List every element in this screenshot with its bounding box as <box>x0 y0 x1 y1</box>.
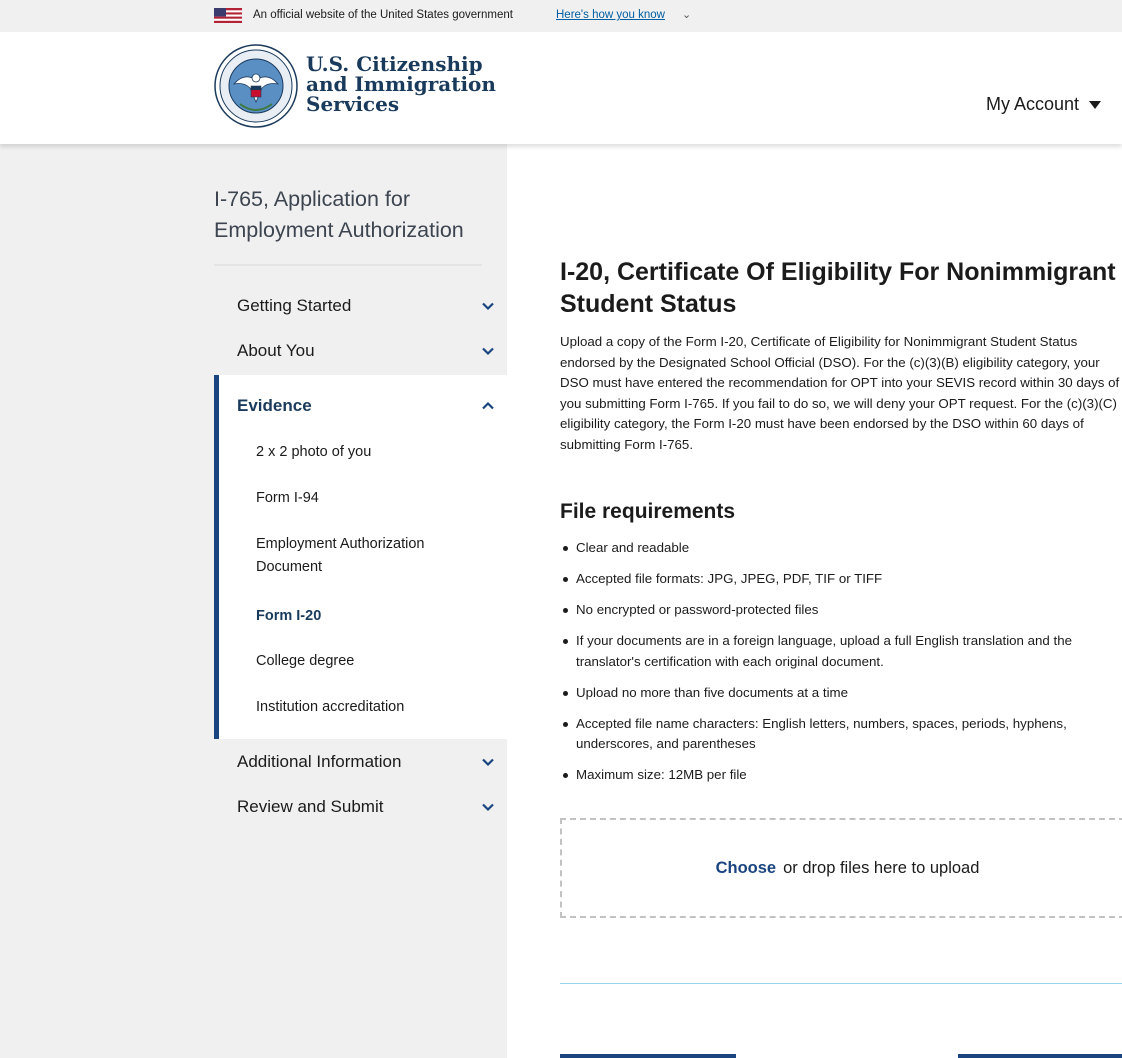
nav-section-getting-started[interactable]: Getting Started <box>237 296 495 316</box>
nav-section-additional-information[interactable]: Additional Information <box>237 752 495 772</box>
nav-section-label: Getting Started <box>237 296 352 315</box>
agency-name-line: Services <box>306 92 400 116</box>
evidence-item-form-i94[interactable]: Form I-94 <box>256 487 476 510</box>
divider <box>560 983 1122 984</box>
dhs-seal-logo[interactable] <box>214 44 298 128</box>
nav-section-label: Evidence <box>237 396 312 415</box>
agency-name-line: and Immigration <box>306 72 496 96</box>
back-button[interactable] <box>560 1054 736 1058</box>
page-intro: Upload a copy of the Form I-20, Certific… <box>560 334 1120 452</box>
my-account-menu[interactable]: My Account <box>986 94 1102 115</box>
nav-section-label: Additional Information <box>237 752 402 771</box>
chevron-down-icon[interactable]: ⌄ <box>682 8 691 21</box>
list-item: Upload no more than five documents at a … <box>563 683 1122 704</box>
evidence-item-institution-accreditation[interactable]: Institution accreditation <box>256 696 476 719</box>
my-account-label: My Account <box>986 94 1080 114</box>
chevron-up-icon <box>482 401 494 410</box>
choose-file-button[interactable]: Choose <box>716 859 777 878</box>
file-requirements-heading: File requirements <box>560 500 736 523</box>
evidence-item-photo[interactable]: 2 x 2 photo of you <box>256 441 476 464</box>
evidence-item-ead[interactable]: Employment Authorization Document <box>256 533 476 579</box>
list-item: Clear and readable <box>563 538 1122 559</box>
nav-section-label: About You <box>237 341 315 360</box>
gov-banner: An official website of the United States… <box>0 0 1122 32</box>
nav-section-label: Review and Submit <box>237 797 384 816</box>
agency-name-line: U.S. Citizenship <box>306 52 483 76</box>
divider <box>214 264 482 266</box>
list-item: No encrypted or password-protected files <box>563 600 1122 621</box>
file-upload-dropzone[interactable]: Choose or drop files here to upload <box>560 818 1122 918</box>
site-header: U.S. Citizenship and Immigration Service… <box>0 32 1122 144</box>
nav-section-review-and-submit[interactable]: Review and Submit <box>237 797 495 817</box>
form-title: I-765, Application for Employment Author… <box>214 187 464 242</box>
file-requirements-list: Clear and readable Accepted file formats… <box>563 538 1122 796</box>
us-flag-icon <box>214 8 242 23</box>
chevron-down-icon <box>482 302 494 311</box>
page-title: I-20, Certificate Of Eligibility For Non… <box>560 258 1116 318</box>
nav-section-about-you[interactable]: About You <box>237 341 495 361</box>
active-section-indicator <box>214 375 219 739</box>
list-item: Accepted file name characters: English l… <box>563 714 1122 755</box>
list-item: Maximum size: 12MB per file <box>563 765 1122 786</box>
list-item: Accepted file formats: JPG, JPEG, PDF, T… <box>563 569 1122 590</box>
caret-down-icon <box>1089 100 1102 109</box>
nav-section-evidence[interactable]: Evidence <box>237 396 495 416</box>
form-sidebar: I-765, Application for Employment Author… <box>0 144 507 1058</box>
evidence-item-form-i20[interactable]: Form I-20 <box>256 605 476 628</box>
dropzone-instructions: or drop files here to upload <box>783 858 980 877</box>
list-item: If your documents are in a foreign langu… <box>563 631 1122 672</box>
agency-name[interactable]: U.S. Citizenship and Immigration Service… <box>306 54 496 114</box>
chevron-down-icon <box>482 347 494 356</box>
chevron-down-icon <box>482 758 494 767</box>
evidence-item-college-degree[interactable]: College degree <box>256 650 476 673</box>
chevron-down-icon <box>482 803 494 812</box>
gov-banner-text: An official website of the United States… <box>253 9 513 21</box>
next-button[interactable] <box>958 1054 1122 1058</box>
heres-how-you-know-link[interactable]: Here's how you know <box>556 9 665 21</box>
